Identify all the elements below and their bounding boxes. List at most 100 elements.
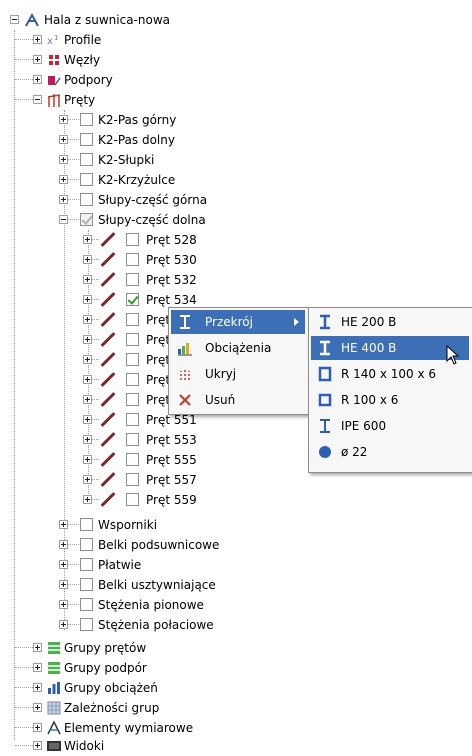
visibility-checkbox[interactable] xyxy=(80,538,93,551)
visibility-checkbox[interactable] xyxy=(80,113,93,126)
visibility-checkbox[interactable] xyxy=(126,393,139,406)
expand-toggle[interactable] xyxy=(33,683,42,692)
hide-icon xyxy=(180,369,190,380)
menu-item-ukryj[interactable]: Ukryj xyxy=(171,362,305,386)
expand-toggle[interactable] xyxy=(59,540,68,549)
expand-toggle[interactable] xyxy=(59,560,68,569)
expand-toggle[interactable] xyxy=(59,600,68,609)
visibility-checkbox[interactable] xyxy=(126,413,139,426)
visibility-checkbox[interactable] xyxy=(126,493,139,506)
bar-label: Pręt 532 xyxy=(146,273,197,287)
expand-toggle[interactable] xyxy=(33,55,42,64)
submenu-item-r140[interactable]: R 140 x 100 x 6 xyxy=(311,362,469,386)
expand-toggle[interactable] xyxy=(83,275,92,284)
bar-label: Pręt xyxy=(146,333,171,347)
expand-toggle[interactable] xyxy=(59,115,68,124)
expand-toggle[interactable] xyxy=(83,455,92,464)
menu-label: Obciążenia xyxy=(205,341,272,355)
expand-toggle[interactable] xyxy=(33,723,42,732)
visibility-checkbox[interactable] xyxy=(80,618,93,631)
collapse-toggle[interactable] xyxy=(10,15,19,24)
expand-toggle[interactable] xyxy=(59,580,68,589)
visibility-checkbox[interactable] xyxy=(80,558,93,571)
visibility-checkbox[interactable] xyxy=(126,313,139,326)
visibility-checkbox[interactable] xyxy=(80,173,93,186)
expand-toggle[interactable] xyxy=(59,195,68,204)
visibility-checkbox[interactable] xyxy=(126,373,139,386)
visibility-checkbox[interactable] xyxy=(126,253,139,266)
visibility-checkbox[interactable] xyxy=(80,193,93,206)
loads-icon xyxy=(178,343,192,356)
expand-toggle[interactable] xyxy=(83,235,92,244)
bar-icon xyxy=(100,332,116,347)
bar-icon xyxy=(100,292,116,307)
expand-toggle[interactable] xyxy=(33,663,42,672)
expand-toggle[interactable] xyxy=(83,355,92,364)
visibility-checkbox[interactable] xyxy=(80,213,93,226)
expand-toggle[interactable] xyxy=(33,741,42,750)
visibility-checkbox[interactable] xyxy=(80,153,93,166)
visibility-checkbox[interactable] xyxy=(80,133,93,146)
menu-item-przekroj[interactable]: Przekrój xyxy=(171,310,305,334)
submenu-label: IPE 600 xyxy=(341,419,387,433)
expand-toggle[interactable] xyxy=(83,255,92,264)
visibility-checkbox[interactable] xyxy=(126,433,139,446)
expand-toggle[interactable] xyxy=(83,335,92,344)
expand-toggle[interactable] xyxy=(83,415,92,424)
collapse-toggle[interactable] xyxy=(33,95,42,104)
visibility-checkbox[interactable] xyxy=(80,518,93,531)
submenu-item-he200b[interactable]: HE 200 B xyxy=(311,310,469,334)
load-groups-icon xyxy=(48,682,60,694)
submenu-item-r100[interactable]: R 100 x 6 xyxy=(311,388,469,412)
submenu-item-ipe600[interactable]: IPE 600 xyxy=(311,414,469,438)
group-label: Belki usztywniające xyxy=(98,578,216,592)
group-label: Stężenia pionowe xyxy=(98,598,204,612)
expand-toggle[interactable] xyxy=(59,135,68,144)
expand-toggle[interactable] xyxy=(33,75,42,84)
structure-icon xyxy=(25,12,39,27)
collapse-toggle[interactable] xyxy=(59,215,68,224)
expand-toggle[interactable] xyxy=(33,703,42,712)
expand-toggle[interactable] xyxy=(59,520,68,529)
expand-toggle[interactable] xyxy=(83,315,92,324)
menu-item-obciazenia[interactable]: Obciążenia xyxy=(171,336,305,360)
visibility-checkbox[interactable] xyxy=(126,473,139,486)
visibility-checkbox[interactable] xyxy=(80,578,93,591)
expand-toggle[interactable] xyxy=(59,175,68,184)
bar-icon xyxy=(100,472,116,487)
visibility-checkbox[interactable] xyxy=(126,333,139,346)
visibility-checkbox[interactable] xyxy=(126,293,139,306)
expand-toggle[interactable] xyxy=(33,643,42,652)
bar-icon xyxy=(100,232,116,247)
bar-icon xyxy=(100,392,116,407)
dimension-icon xyxy=(47,720,61,735)
expand-toggle[interactable] xyxy=(59,620,68,629)
bar-label: Pręt 551 xyxy=(146,413,197,427)
bar-label: Pręt 557 xyxy=(146,473,197,487)
expand-toggle[interactable] xyxy=(83,475,92,484)
visibility-checkbox[interactable] xyxy=(126,273,139,286)
bar-icon xyxy=(100,452,116,467)
context-menu: Przekrój Obciążenia Ukryj Usuń xyxy=(168,307,310,415)
expand-toggle[interactable] xyxy=(83,495,92,504)
delete-icon xyxy=(179,394,191,406)
expand-toggle[interactable] xyxy=(83,395,92,404)
expand-toggle[interactable] xyxy=(83,375,92,384)
bar-label: Pręt 555 xyxy=(146,453,197,467)
submenu-item-phi22[interactable]: ø 22 xyxy=(311,440,469,464)
menu-item-usun[interactable]: Usuń xyxy=(171,388,305,412)
bar-icon xyxy=(100,352,116,367)
tree-label-prety: Pręty xyxy=(64,93,96,107)
visibility-checkbox[interactable] xyxy=(80,598,93,611)
visibility-checkbox[interactable] xyxy=(126,453,139,466)
menu-label: Ukryj xyxy=(205,367,237,381)
visibility-checkbox[interactable] xyxy=(126,233,139,246)
tree-label: Grupy prętów xyxy=(64,641,147,655)
expand-toggle[interactable] xyxy=(83,295,92,304)
group-label: Płatwie xyxy=(98,558,142,572)
visibility-checkbox[interactable] xyxy=(126,353,139,366)
expand-toggle[interactable] xyxy=(83,435,92,444)
expand-toggle[interactable] xyxy=(33,35,42,44)
tree-label-profile: Profile xyxy=(64,33,102,47)
expand-toggle[interactable] xyxy=(59,155,68,164)
